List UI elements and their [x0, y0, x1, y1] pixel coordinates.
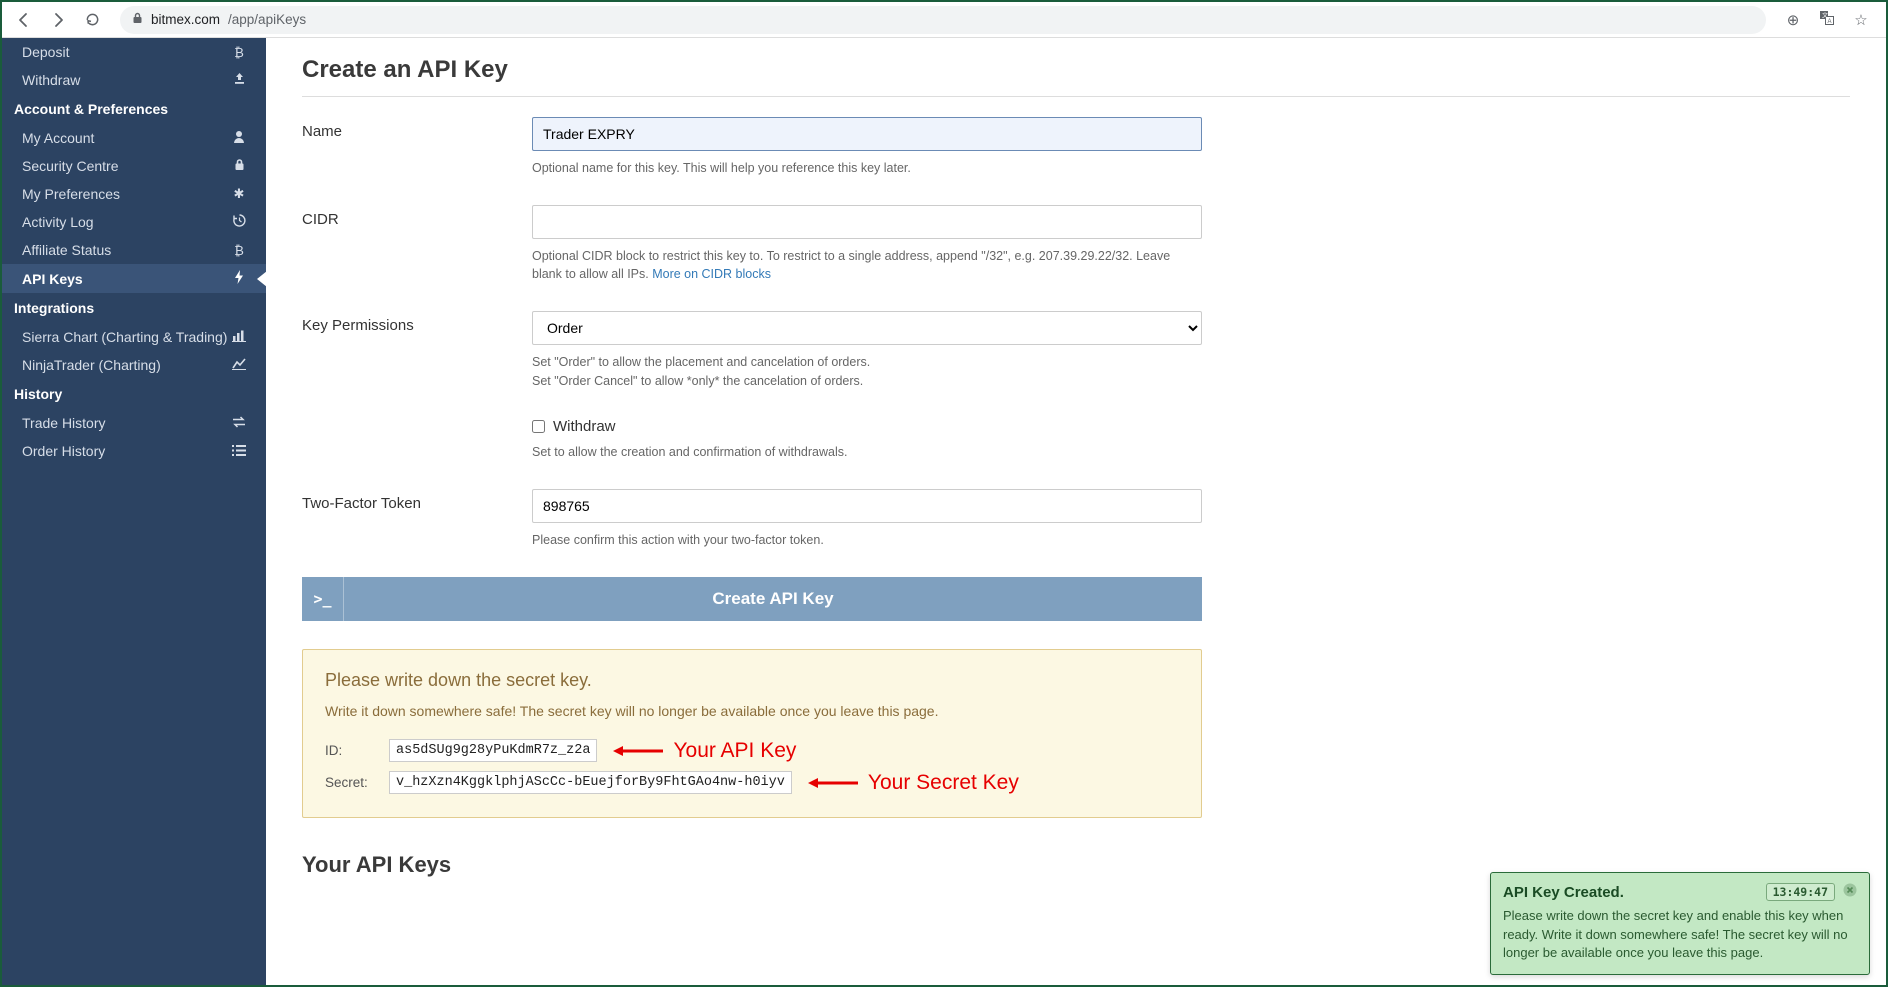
- sidebar-item-sierra-chart[interactable]: Sierra Chart (Charting & Trading): [2, 323, 266, 351]
- withdraw-help: Set to allow the creation and confirmati…: [532, 443, 1202, 461]
- cidr-help: Optional CIDR block to restrict this key…: [532, 247, 1202, 283]
- sidebar-item-my-account[interactable]: My Account: [2, 124, 266, 152]
- cidr-link[interactable]: More on CIDR blocks: [652, 267, 771, 281]
- create-api-key-button[interactable]: >_ Create API Key: [302, 577, 1202, 621]
- toast-timestamp: 13:49:47: [1766, 883, 1835, 901]
- terminal-icon: >_: [302, 577, 344, 621]
- sidebar-item-affiliate[interactable]: Affiliate Status ₿: [2, 236, 266, 264]
- reload-button[interactable]: [78, 6, 106, 34]
- id-label: ID:: [325, 743, 381, 758]
- permissions-label: Key Permissions: [302, 311, 532, 389]
- sidebar: Deposit ₿ Withdraw Account & Preferences…: [2, 38, 266, 987]
- sidebar-section-integrations: Integrations: [2, 293, 266, 323]
- svg-text:A: A: [1828, 19, 1832, 25]
- name-input[interactable]: [532, 117, 1202, 151]
- arrow-left-icon: [808, 776, 858, 790]
- sidebar-item-label: NinjaTrader (Charting): [22, 357, 161, 373]
- translate-icon[interactable]: 文A: [1814, 10, 1840, 30]
- sidebar-item-label: Affiliate Status: [22, 242, 111, 258]
- user-icon: [230, 130, 248, 146]
- sidebar-section-history: History: [2, 379, 266, 409]
- sidebar-item-label: Sierra Chart (Charting & Trading): [22, 329, 227, 345]
- sidebar-item-label: My Preferences: [22, 186, 120, 202]
- sidebar-item-label: API Keys: [22, 271, 83, 287]
- annotation-secret-key: Your Secret Key: [808, 771, 1019, 795]
- tfa-help: Please confirm this action with your two…: [532, 531, 1202, 549]
- bar-chart-icon: [230, 330, 248, 345]
- list-icon: [230, 444, 248, 459]
- gear-icon: ✱: [230, 186, 248, 202]
- sidebar-item-label: My Account: [22, 130, 94, 146]
- upload-icon: [230, 72, 248, 88]
- toast-close-button[interactable]: [1843, 883, 1857, 901]
- notice-title: Please write down the secret key.: [325, 670, 1179, 691]
- name-label: Name: [302, 117, 532, 177]
- secret-key-value[interactable]: v_hzXzn4KggklphjAScCc-bEuejforBy9FhtGAo4…: [389, 771, 792, 794]
- page-title: Create an API Key: [302, 56, 1850, 84]
- secret-key-notice: Please write down the secret key. Write …: [302, 649, 1202, 818]
- cidr-label: CIDR: [302, 205, 532, 283]
- sidebar-item-api-keys[interactable]: API Keys: [2, 264, 266, 293]
- notice-body: Write it down somewhere safe! The secret…: [325, 703, 1179, 719]
- forward-button[interactable]: [44, 6, 72, 34]
- line-chart-icon: [230, 358, 248, 373]
- url-host: bitmex.com: [151, 12, 220, 27]
- bitcoin-icon: ₿: [230, 243, 248, 258]
- sidebar-item-deposit[interactable]: Deposit ₿: [2, 38, 266, 66]
- url-path: /app/apiKeys: [228, 12, 306, 27]
- add-page-icon[interactable]: ⊕: [1780, 11, 1806, 29]
- sidebar-item-order-history[interactable]: Order History: [2, 437, 266, 465]
- toast-body: Please write down the secret key and ena…: [1503, 907, 1857, 962]
- sidebar-item-preferences[interactable]: My Preferences ✱: [2, 180, 266, 208]
- permissions-help: Set "Order" to allow the placement and c…: [532, 353, 1202, 389]
- name-help: Optional name for this key. This will he…: [532, 159, 1202, 177]
- back-button[interactable]: [10, 6, 38, 34]
- withdraw-label: Withdraw: [553, 418, 616, 435]
- api-key-value[interactable]: as5dSUg9g28yPuKdmR7z_z2a: [389, 739, 597, 762]
- withdraw-checkbox[interactable]: [532, 420, 545, 433]
- arrow-left-icon: [613, 744, 663, 758]
- divider: [302, 96, 1850, 97]
- sidebar-item-ninjatrader[interactable]: NinjaTrader (Charting): [2, 351, 266, 379]
- cidr-input[interactable]: [532, 205, 1202, 239]
- bookmark-icon[interactable]: ☆: [1848, 11, 1874, 29]
- sidebar-item-label: Activity Log: [22, 214, 94, 230]
- tfa-input[interactable]: [532, 489, 1202, 523]
- tfa-label: Two-Factor Token: [302, 489, 532, 549]
- browser-extensions: ⊕ 文A ☆: [1780, 10, 1878, 30]
- annotation-api-key: Your API Key: [613, 739, 796, 763]
- sidebar-item-label: Security Centre: [22, 158, 118, 174]
- lock-icon: [230, 158, 248, 174]
- sidebar-item-label: Trade History: [22, 415, 106, 431]
- sidebar-section-account: Account & Preferences: [2, 94, 266, 124]
- withdraw-spacer: [302, 418, 532, 461]
- sidebar-item-security[interactable]: Security Centre: [2, 152, 266, 180]
- sidebar-item-withdraw[interactable]: Withdraw: [2, 66, 266, 94]
- permissions-select[interactable]: Order: [532, 311, 1202, 345]
- browser-chrome: bitmex.com/app/apiKeys ⊕ 文A ☆: [2, 2, 1886, 38]
- lock-icon: [132, 12, 143, 27]
- sidebar-item-label: Deposit: [22, 44, 69, 60]
- bolt-icon: [230, 270, 248, 287]
- exchange-icon: [230, 416, 248, 431]
- sidebar-item-trade-history[interactable]: Trade History: [2, 409, 266, 437]
- address-bar[interactable]: bitmex.com/app/apiKeys: [120, 6, 1766, 34]
- sidebar-item-activity-log[interactable]: Activity Log: [2, 208, 266, 236]
- bitcoin-icon: ₿: [230, 45, 248, 60]
- history-icon: [230, 214, 248, 230]
- sidebar-item-label: Order History: [22, 443, 105, 459]
- toast-title: API Key Created.: [1503, 884, 1624, 901]
- secret-label: Secret:: [325, 775, 381, 790]
- sidebar-item-label: Withdraw: [22, 72, 80, 88]
- main-content: Create an API Key Name Optional name for…: [266, 38, 1886, 987]
- toast-notification: API Key Created. 13:49:47 Please write d…: [1490, 872, 1870, 975]
